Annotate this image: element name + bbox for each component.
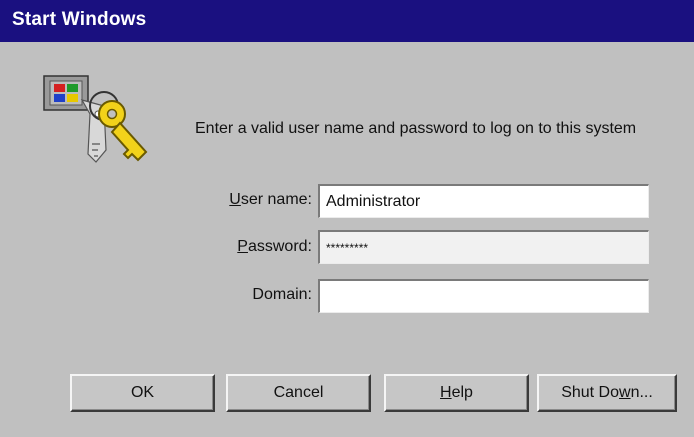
username-label-text: ser name: xyxy=(240,191,312,208)
help-label: elp xyxy=(451,384,473,401)
shutdown-accel: w xyxy=(619,384,631,401)
domain-label: Domain: xyxy=(252,286,312,303)
username-label: User name: xyxy=(192,191,312,209)
shutdown-label-post: n... xyxy=(630,384,653,401)
password-label: Password: xyxy=(192,238,312,256)
shutdown-label-pre: Shut Do xyxy=(561,384,619,401)
password-label-accel: P xyxy=(237,238,248,255)
domain-field[interactable] xyxy=(318,279,649,313)
logon-prompt: Enter a valid user name and password to … xyxy=(195,120,637,137)
title-bar[interactable]: Start Windows xyxy=(0,0,694,42)
username-label-accel: U xyxy=(229,191,241,208)
help-accel: H xyxy=(440,384,452,401)
windows-key-logo-icon xyxy=(43,75,148,163)
password-label-text: assword: xyxy=(247,238,312,255)
ok-button[interactable]: OK xyxy=(70,374,215,412)
username-field[interactable] xyxy=(318,184,649,218)
shut-down-button[interactable]: Shut Down... xyxy=(537,374,677,412)
window-title: Start Windows xyxy=(12,9,147,30)
start-windows-dialog: Start Windows Enter a valid user name an… xyxy=(0,0,694,437)
cancel-button[interactable]: Cancel xyxy=(226,374,371,412)
password-field[interactable] xyxy=(318,230,649,264)
help-button[interactable]: Help xyxy=(384,374,529,412)
